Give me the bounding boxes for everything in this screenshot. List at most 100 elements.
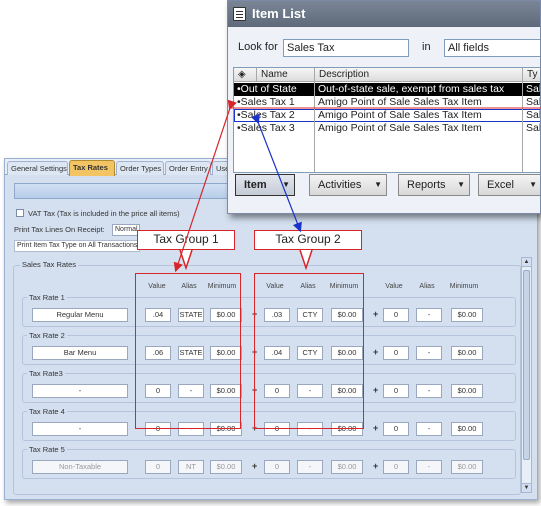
col-header-description[interactable]: Description	[315, 68, 523, 82]
col-header-type[interactable]: Ty	[523, 68, 540, 82]
group2-minimum-field[interactable]: $0.00	[331, 460, 363, 474]
table-row[interactable]: •Sales Tax 1 Amigo Point of Sale Sales T…	[234, 96, 541, 109]
col-minimum-3: Minimum	[449, 283, 479, 290]
row-description: Amigo Point of Sale Sales Tax Item	[318, 96, 482, 108]
tax-rate-title: Tax Rate3	[27, 369, 65, 378]
tab-tax-rates[interactable]: Tax Rates	[69, 160, 115, 176]
group1-alias-field[interactable]: NT	[178, 460, 204, 474]
item-list-window: Item List Look for Sales Tax in All fiel…	[227, 0, 541, 214]
group3-alias-field[interactable]: -	[416, 460, 442, 474]
item-list-table: ◈ Name Description Ty •Out of State Out-…	[233, 67, 541, 173]
tab-order-types[interactable]: Order Types	[116, 161, 164, 175]
group3-alias-field[interactable]: -	[416, 422, 442, 436]
tax-rate-title: Tax Rate 1	[27, 293, 67, 302]
row-description: Amigo Point of Sale Sales Tax Item	[318, 122, 482, 134]
scroll-thumb[interactable]	[523, 270, 530, 460]
print-tax-lines-label: Print Tax Lines On Receipt:	[14, 225, 105, 234]
look-for-input[interactable]: Sales Tax	[283, 39, 409, 57]
group3-minimum-field[interactable]: $0.00	[451, 422, 483, 436]
group3-value-field[interactable]: 0	[383, 346, 409, 360]
group3-alias-field[interactable]: -	[416, 308, 442, 322]
tax-rate-name-field[interactable]: Bar Menu	[32, 346, 128, 360]
row-description: Amigo Point of Sale Sales Tax Item	[318, 109, 482, 121]
table-row[interactable]: •Out of State Out-of-state sale, exempt …	[234, 83, 541, 96]
excel-button-label: Excel	[487, 179, 514, 191]
tax-rate-name-field[interactable]: Regular Menu	[32, 308, 128, 322]
tax-rate-title: Tax Rate 5	[27, 445, 67, 454]
scroll-down-icon[interactable]: ▼	[522, 483, 531, 492]
reports-button-label: Reports	[407, 179, 446, 191]
item-list-window-icon	[233, 7, 246, 21]
group3-value-field[interactable]: 0	[383, 308, 409, 322]
dropdown-arrow-icon: ▼	[374, 180, 382, 189]
print-tax-lines-select[interactable]: Normal	[112, 224, 140, 236]
vat-tax-label: VAT Tax (Tax is included in the price al…	[28, 209, 180, 218]
tab-order-entry[interactable]: Order Entry	[165, 161, 211, 175]
col-alias-3: Alias	[419, 283, 435, 290]
item-list-titlebar: Item List	[228, 1, 540, 27]
group3-minimum-field[interactable]: $0.00	[451, 460, 483, 474]
item-list-button-bar: Item ▼ Activities ▼ Reports ▼ Excel ▼	[233, 174, 540, 196]
look-for-label: Look for	[238, 41, 278, 53]
vertical-scrollbar[interactable]: ▲ ▼	[521, 257, 532, 493]
col-value-3: Value	[385, 283, 403, 290]
tax-group-1-callout: Tax Group 1	[137, 230, 235, 250]
item-button-label: Item	[244, 179, 267, 191]
row-type: Sale	[526, 122, 541, 134]
col-header-name[interactable]: Name	[257, 68, 315, 82]
plus-sign: +	[373, 385, 379, 395]
group1-minimum-field[interactable]: $0.00	[210, 460, 242, 474]
row-name: •Sales Tax 3	[237, 122, 295, 134]
reports-menu-button[interactable]: Reports ▼	[398, 174, 470, 196]
search-field-select[interactable]: All fields	[444, 39, 540, 57]
tax-group-2-callout: Tax Group 2	[254, 230, 362, 250]
table-row[interactable]: •Sales Tax 3 Amigo Point of Sale Sales T…	[234, 122, 541, 135]
item-list-body: Look for Sales Tax in All fields ◈ Name …	[228, 27, 541, 213]
diamond-sort-icon[interactable]: ◈	[234, 68, 257, 82]
excel-menu-button[interactable]: Excel ▼	[478, 174, 540, 196]
group2-value-field[interactable]: 0	[264, 460, 290, 474]
group2-alias-field[interactable]: -	[297, 460, 323, 474]
tax-group-1-highlight	[135, 273, 241, 429]
table-row[interactable]: •Sales Tax 2 Amigo Point of Sale Sales T…	[234, 109, 541, 122]
group3-minimum-field[interactable]: $0.00	[451, 384, 483, 398]
row-name: •Out of State	[237, 83, 297, 95]
plus-sign: +	[373, 347, 379, 357]
group3-alias-field[interactable]: -	[416, 384, 442, 398]
row-name: •Sales Tax 2	[237, 109, 295, 121]
column-divider	[522, 82, 523, 172]
activities-menu-button[interactable]: Activities ▼	[309, 174, 387, 196]
row-type: Sale	[526, 109, 541, 121]
tax-rate-name-field[interactable]: -	[32, 422, 128, 436]
tax-rate-name-field[interactable]: Non-Taxable	[32, 460, 128, 474]
row-description: Out-of-state sale, exempt from sales tax	[318, 83, 505, 95]
plus-sign: +	[373, 309, 379, 319]
column-divider	[314, 82, 315, 172]
vat-tax-checkbox[interactable]	[16, 209, 24, 217]
row-type: Sale	[526, 83, 541, 95]
group3-minimum-field[interactable]: $0.00	[451, 346, 483, 360]
row-type: Sale	[526, 96, 541, 108]
group3-value-field[interactable]: 0	[383, 422, 409, 436]
group3-value-field[interactable]: 0	[383, 384, 409, 398]
tax-rate-title: Tax Rate 4	[27, 407, 67, 416]
group3-minimum-field[interactable]: $0.00	[451, 308, 483, 322]
plus-sign: +	[252, 461, 258, 471]
scroll-up-icon[interactable]: ▲	[522, 258, 531, 267]
in-label: in	[422, 41, 431, 53]
dropdown-arrow-icon: ▼	[457, 180, 465, 189]
item-menu-button[interactable]: Item ▼	[235, 174, 295, 196]
group1-value-field[interactable]: 0	[145, 460, 171, 474]
tax-rate-row: Tax Rate 5 Non-Taxable 0 NT $0.00 + 0 - …	[22, 445, 516, 479]
tax-group-2-highlight	[254, 273, 364, 429]
item-list-title: Item List	[252, 6, 306, 21]
sales-tax-rates-title: Sales Tax Rates	[20, 260, 79, 269]
tax-rate-name-field[interactable]: -	[32, 384, 128, 398]
print-item-tax-type-option[interactable]: Print Item Tax Type on All Transactions	[14, 240, 140, 252]
dropdown-arrow-icon: ▼	[529, 180, 537, 189]
plus-sign: +	[373, 423, 379, 433]
group3-value-field[interactable]: 0	[383, 460, 409, 474]
group3-alias-field[interactable]: -	[416, 346, 442, 360]
tab-general-settings[interactable]: General Settings	[7, 161, 68, 175]
plus-sign: +	[373, 461, 379, 471]
